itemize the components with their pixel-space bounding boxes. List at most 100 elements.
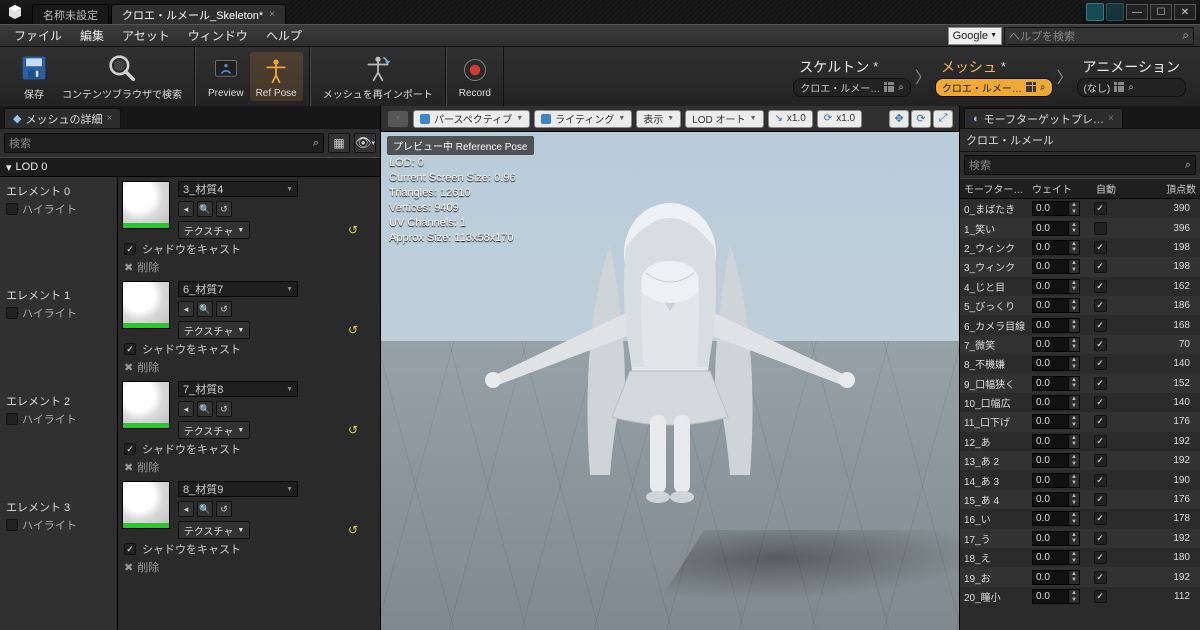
spinner-arrows[interactable]: ▲▼: [1068, 260, 1079, 273]
auto-checkbox[interactable]: [1094, 396, 1107, 409]
auto-checkbox[interactable]: [1094, 551, 1107, 564]
morph-weight-input[interactable]: 0.0▲▼: [1032, 376, 1080, 391]
reset-mat-button[interactable]: ↺: [216, 201, 232, 217]
morph-search-input[interactable]: 検索 ⌕: [964, 155, 1196, 175]
morph-weight-input[interactable]: 0.0▲▼: [1032, 337, 1080, 352]
morph-weight-input[interactable]: 0.0▲▼: [1032, 298, 1080, 313]
spinner-arrows[interactable]: ▲▼: [1068, 415, 1079, 428]
morph-row[interactable]: 2_ウィンク0.0▲▼198: [960, 238, 1200, 257]
morph-row[interactable]: 12_あ0.0▲▼192: [960, 432, 1200, 451]
spinner-arrows[interactable]: ▲▼: [1068, 512, 1079, 525]
cast-shadow-toggle[interactable]: シャドウをキャスト: [124, 241, 372, 257]
morph-weight-input[interactable]: 0.0▲▼: [1032, 395, 1080, 410]
morph-weight-input[interactable]: 0.0▲▼: [1032, 570, 1080, 585]
details-search-input[interactable]: 検索 ⌕: [4, 133, 324, 153]
help-search-input[interactable]: ヘルプを検索 ⌕: [1004, 27, 1194, 45]
close-icon[interactable]: ×: [1108, 113, 1114, 124]
morph-weight-input[interactable]: 0.0▲▼: [1032, 531, 1080, 546]
morph-weight-input[interactable]: 0.0▲▼: [1032, 221, 1080, 236]
material-name-dropdown[interactable]: 7_材質8▼: [178, 381, 298, 397]
morph-row[interactable]: 9_口幅狭く0.0▲▼152: [960, 374, 1200, 393]
browse-button[interactable]: 🔍: [197, 301, 213, 317]
viewport-playback-speed-2[interactable]: ⟳x1.0: [817, 110, 862, 128]
highlight-toggle[interactable]: ハイライト: [6, 517, 111, 533]
spinner-arrows[interactable]: ▲▼: [1068, 396, 1079, 409]
auto-checkbox[interactable]: [1094, 435, 1107, 448]
reset-to-default-icon[interactable]: ↺: [348, 323, 358, 337]
menu-edit[interactable]: 編集: [72, 25, 112, 46]
viewport-playback-speed-1[interactable]: ↘x1.0: [768, 110, 813, 128]
col-verts[interactable]: 頂点数: [1126, 179, 1200, 198]
details-tab[interactable]: ◆ メッシュの詳細 ×: [4, 108, 121, 128]
use-selected-button[interactable]: ◂: [178, 501, 194, 517]
spinner-arrows[interactable]: ▲▼: [1068, 590, 1079, 603]
morph-row[interactable]: 8_不機嫌0.0▲▼140: [960, 354, 1200, 373]
checkbox[interactable]: [6, 519, 18, 531]
morph-row[interactable]: 6_カメラ目線0.0▲▼168: [960, 315, 1200, 334]
checkbox[interactable]: [124, 543, 136, 555]
spinner-arrows[interactable]: ▲▼: [1068, 551, 1079, 564]
source-control-icon[interactable]: [1086, 3, 1104, 21]
textures-dropdown[interactable]: テクスチャ▼: [178, 521, 250, 539]
lod-category-header[interactable]: ▾ LOD 0: [0, 157, 380, 177]
morph-weight-input[interactable]: 0.0▲▼: [1032, 453, 1080, 468]
details-visibility-options[interactable]: 👁▾: [354, 133, 376, 153]
close-icon[interactable]: ×: [106, 113, 112, 124]
viewport-rotate-icon[interactable]: ⟳: [911, 110, 931, 128]
cast-shadow-toggle[interactable]: シャドウをキャスト: [124, 341, 372, 357]
reset-mat-button[interactable]: ↺: [216, 301, 232, 317]
spinner-arrows[interactable]: ▲▼: [1068, 357, 1079, 370]
auto-checkbox[interactable]: [1094, 474, 1107, 487]
morph-row[interactable]: 3_ウィンク0.0▲▼198: [960, 257, 1200, 276]
viewport[interactable]: プレビュー中 Reference Pose LOD: 0 Current Scr…: [381, 132, 959, 630]
use-selected-button[interactable]: ◂: [178, 301, 194, 317]
reset-to-default-icon[interactable]: ↺: [348, 523, 358, 537]
morph-row[interactable]: 20_瞳小0.0▲▼112: [960, 587, 1200, 606]
mode-skeleton[interactable]: スケルトン* クロエ・ルメー…⌕: [793, 57, 911, 97]
source-control-icon-2[interactable]: [1106, 3, 1124, 21]
auto-checkbox[interactable]: [1094, 202, 1107, 215]
auto-checkbox[interactable]: [1094, 571, 1107, 584]
delete-section-button[interactable]: ✖削除: [124, 359, 372, 375]
auto-checkbox[interactable]: [1094, 222, 1107, 235]
viewport-menu-button[interactable]: ▼: [387, 110, 409, 128]
editor-tab-skeleton[interactable]: クロエ・ルメール_Skeleton* ×: [111, 4, 286, 24]
minimize-button[interactable]: —: [1126, 4, 1148, 20]
auto-checkbox[interactable]: [1094, 512, 1107, 525]
highlight-toggle[interactable]: ハイライト: [6, 201, 111, 217]
spinner-arrows[interactable]: ▲▼: [1068, 280, 1079, 293]
auto-checkbox[interactable]: [1094, 260, 1107, 273]
cast-shadow-toggle[interactable]: シャドウをキャスト: [124, 541, 372, 557]
auto-checkbox[interactable]: [1094, 241, 1107, 254]
viewport-show-button[interactable]: 表示▼: [636, 110, 681, 128]
morph-row[interactable]: 15_あ 40.0▲▼176: [960, 490, 1200, 509]
morph-row[interactable]: 11_口下げ0.0▲▼176: [960, 412, 1200, 431]
auto-checkbox[interactable]: [1094, 357, 1107, 370]
morph-row[interactable]: 4_じと目0.0▲▼162: [960, 277, 1200, 296]
morph-weight-input[interactable]: 0.0▲▼: [1032, 259, 1080, 274]
checkbox[interactable]: [6, 307, 18, 319]
close-button[interactable]: ✕: [1174, 4, 1196, 20]
reset-to-default-icon[interactable]: ↺: [348, 223, 358, 237]
use-selected-button[interactable]: ◂: [178, 401, 194, 417]
auto-checkbox[interactable]: [1094, 590, 1107, 603]
textures-dropdown[interactable]: テクスチャ▼: [178, 321, 250, 339]
auto-checkbox[interactable]: [1094, 377, 1107, 390]
close-icon[interactable]: ×: [269, 9, 275, 20]
spinner-arrows[interactable]: ▲▼: [1068, 571, 1079, 584]
material-thumbnail[interactable]: [122, 281, 170, 329]
morph-row[interactable]: 16_い0.0▲▼178: [960, 509, 1200, 528]
spinner-arrows[interactable]: ▲▼: [1068, 532, 1079, 545]
delete-section-button[interactable]: ✖削除: [124, 259, 372, 275]
material-name-dropdown[interactable]: 6_材質7▼: [178, 281, 298, 297]
spinner-arrows[interactable]: ▲▼: [1068, 474, 1079, 487]
col-weight[interactable]: ウェイト: [1028, 179, 1086, 198]
spinner-arrows[interactable]: ▲▼: [1068, 435, 1079, 448]
spinner-arrows[interactable]: ▲▼: [1068, 338, 1079, 351]
morph-weight-input[interactable]: 0.0▲▼: [1032, 356, 1080, 371]
morph-weight-input[interactable]: 0.0▲▼: [1032, 240, 1080, 255]
auto-checkbox[interactable]: [1094, 338, 1107, 351]
col-name[interactable]: モーフター…: [960, 179, 1028, 198]
highlight-toggle[interactable]: ハイライト: [6, 305, 111, 321]
reset-to-default-icon[interactable]: ↺: [348, 423, 358, 437]
